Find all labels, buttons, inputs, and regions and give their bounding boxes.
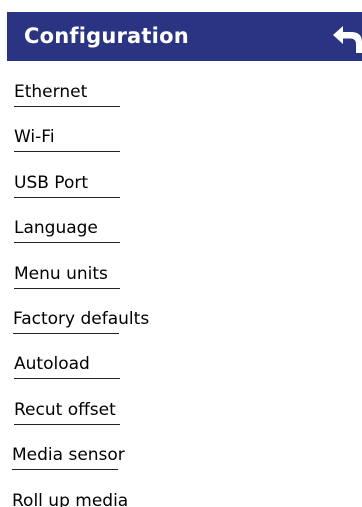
menu-divider [14,378,120,379]
menu-item-label: Factory defaults [13,309,150,329]
menu-divider [14,242,120,243]
menu-item-label: Roll up media [12,491,129,507]
header-bar: Configuration [7,12,362,61]
menu-item-label: Recut offset [14,400,116,420]
menu-divider [14,424,120,425]
menu-divider [14,197,120,198]
menu-item-wifi[interactable]: Wi-Fi [14,117,362,161]
undo-arrow-icon [333,26,362,53]
menu-item-factory-defaults[interactable]: Factory defaults [13,299,362,343]
menu-item-label: Menu units [14,264,108,284]
menu-item-menu-units[interactable]: Menu units [14,254,362,298]
menu-item-autoload[interactable]: Autoload [14,344,362,388]
menu-item-roll-up-media[interactable]: Roll up media [12,481,362,507]
menu-item-label: Media sensor [12,445,125,465]
menu-item-media-sensor[interactable]: Media sensor [12,435,362,479]
menu-divider [13,333,119,334]
menu-item-ethernet[interactable]: Ethernet [14,72,362,116]
menu-item-label: Wi-Fi [14,127,55,147]
back-button[interactable] [330,20,362,54]
page-title: Configuration [24,24,189,48]
menu-item-label: USB Port [14,173,89,193]
menu-item-usb-port[interactable]: USB Port [14,163,362,207]
menu-item-label: Language [14,218,98,238]
menu-item-label: Autoload [14,354,90,374]
menu-divider [14,106,120,107]
menu-item-label: Ethernet [14,82,88,102]
menu-item-recut-offset[interactable]: Recut offset [14,390,362,434]
menu-item-language[interactable]: Language [14,208,362,252]
menu-divider [12,469,118,470]
menu-divider [14,151,120,152]
menu-divider [14,288,120,289]
